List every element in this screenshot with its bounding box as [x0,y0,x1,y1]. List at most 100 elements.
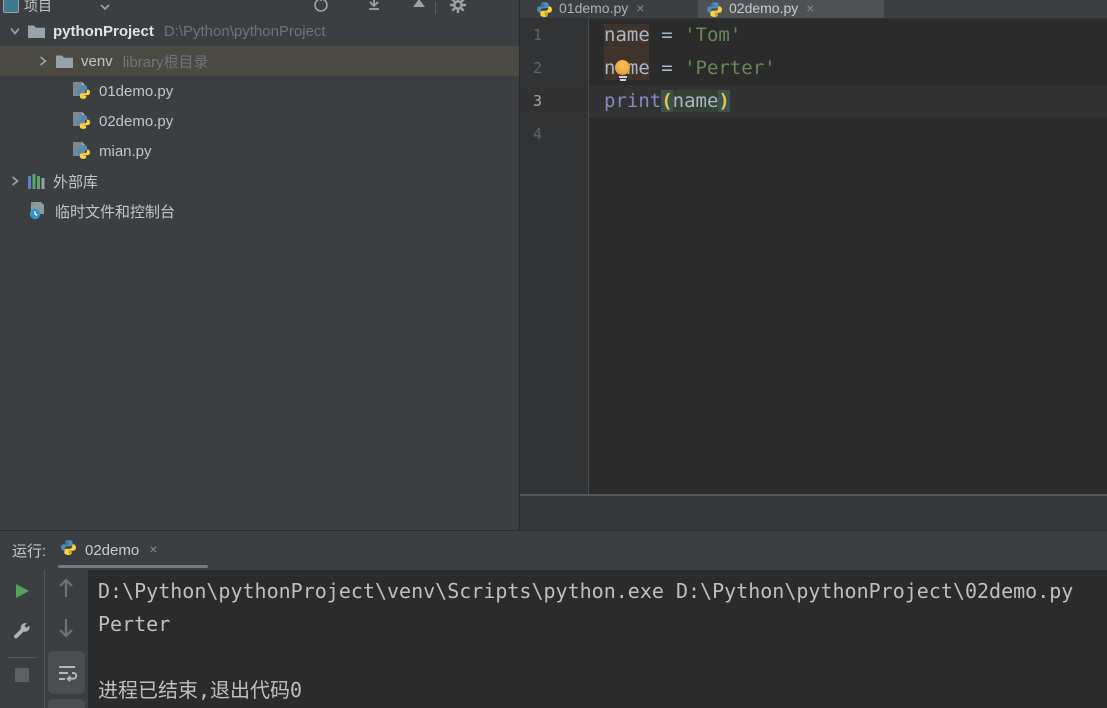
pycharm-window: 项目 pythonProject D:\Python\pythonProject v… [0,0,1107,708]
close-icon[interactable]: × [149,541,157,557]
tree-item-02demo.py[interactable]: 02demo.py [0,106,519,136]
code-token: name [604,24,650,46]
tree-item-pythonProject[interactable]: pythonProject D:\Python\pythonProject [0,16,519,46]
code-token: name [672,90,719,112]
expand-all-icon[interactable] [365,0,383,16]
run-panel-label: 运行: [12,543,47,560]
tree-item-临时文件和控制台[interactable]: 临时文件和控制台 [0,196,519,226]
library-icon [28,173,45,189]
close-icon[interactable]: × [806,0,814,16]
folder-icon [56,54,73,68]
line-number: 3 [520,85,588,118]
tree-item-venv[interactable]: venv library根目录 [0,46,519,76]
next-occurrence-down-icon[interactable] [54,616,78,640]
folder-icon [56,54,73,68]
code-line-3: print(name) [589,85,1107,118]
python-file-icon [72,82,91,100]
line-number: 1 [532,26,542,44]
tree-item-name: venv [81,52,113,70]
library-icon [28,173,45,189]
python-logo-icon [706,1,723,18]
editor-body[interactable]: 1234 name = 'Tom'name = 'Perter'print(na… [520,19,1107,495]
collapse-all-icon[interactable] [410,0,428,16]
code-line-1: name = 'Tom' [589,19,1107,52]
tree-item-name: 外部库 [53,173,99,191]
python-logo-icon [60,539,77,556]
python-file-icon [72,142,91,160]
python-file-icon [72,82,91,100]
code-token: 'Tom' [684,24,742,46]
line-number: 2 [532,59,542,77]
rerun-button[interactable] [11,580,33,602]
code-line-2: name = 'Perter' [589,52,1107,85]
chevron-right-icon[interactable] [8,174,22,188]
header-separator [435,2,436,14]
python-file-icon [72,142,91,160]
run-console[interactable]: D:\Python\pythonProject\venv\Scripts\pyt… [88,570,1107,708]
project-panel: 项目 pythonProject D:\Python\pythonProject v… [0,0,519,531]
tab-label: 02demo.py [729,0,799,16]
project-panel-title[interactable]: 项目 [24,0,52,16]
run-panel-body: D:\Python\pythonProject\venv\Scripts\pyt… [0,570,1107,708]
run-toolbar-inner [44,570,89,708]
intention-bulb-icon[interactable] [615,60,630,81]
tab-label: 01demo.py [559,0,629,16]
code-token: = [649,24,685,46]
run-panel-header: 运行: 02demo × [0,531,1107,569]
tree-item-01demo.py[interactable]: 01demo.py [0,76,519,106]
run-settings-wrench-icon[interactable] [11,620,33,642]
code-area[interactable]: name = 'Tom'name = 'Perter'print(name) [589,19,1107,495]
editor-area: 01demo.py×02demo.py× 1234 name = 'Tom'na… [520,0,1107,531]
code-token: print [604,90,662,112]
editor-gutter: 1 2 3 4 [520,19,589,495]
python-logo-icon [536,1,553,18]
python-file-icon [72,112,91,130]
tree-item-name: mian.py [99,142,152,160]
python-file-icon [72,112,91,130]
chevron-down-icon[interactable] [8,24,22,38]
run-tab-underline [58,565,208,568]
panel-editor-divider[interactable] [519,0,520,531]
run-tab-02demo[interactable]: 02demo × [60,535,157,565]
toolbar-separator [7,657,37,658]
run-toolbar-left [0,570,44,708]
tree-item-name: 02demo.py [99,112,174,130]
run-panel: 运行: 02demo × D:\Python\pythonProject\ven… [0,531,1107,708]
console-line: 进程已结束,退出代码0 [98,678,303,702]
code-token: ) [718,90,730,112]
chevron-down-icon[interactable] [100,0,110,16]
prev-occurrence-up-icon[interactable] [54,576,78,600]
tree-item-suffix: library根目录 [122,53,209,71]
project-tool-window-icon[interactable] [3,0,19,13]
editor-tab-01demo.py[interactable]: 01demo.py × [528,0,706,18]
tree-item-name: pythonProject [53,22,154,40]
close-icon[interactable]: × [636,0,644,16]
python-logo-icon [60,539,77,561]
tree-item-外部库[interactable]: 外部库 [0,166,519,196]
console-line: D:\Python\pythonProject\venv\Scripts\pyt… [98,579,1074,603]
chevron-right-icon [38,55,48,67]
editor-bottom-strip [520,496,1107,530]
tree-item-suffix: D:\Python\pythonProject [163,22,326,40]
scroll-to-end-toggle[interactable] [48,699,85,708]
chevron-right-icon[interactable] [36,54,50,68]
chevron-down-icon [9,26,21,36]
stop-button[interactable] [13,666,31,684]
folder-icon [28,24,45,38]
code-token: 'Perter' [684,57,776,79]
locate-icon[interactable] [312,0,330,16]
editor-tab-bar: 01demo.py × 02demo.py × [520,0,1107,19]
tree-item-name: 临时文件和控制台 [55,203,176,221]
editor-tab-02demo.py[interactable]: 02demo.py × [698,0,884,18]
tree-item-mian.py[interactable]: mian.py [0,136,519,166]
tree-item-name: 01demo.py [99,82,174,100]
project-panel-header: 项目 [0,0,519,16]
chevron-right-icon [10,175,20,187]
console-line: Perter [98,612,171,636]
soft-wrap-toggle[interactable] [48,651,85,694]
project-tree: pythonProject D:\Python\pythonProject venv… [0,16,519,226]
settings-gear-icon[interactable] [448,0,468,16]
scratches-icon [28,202,47,220]
